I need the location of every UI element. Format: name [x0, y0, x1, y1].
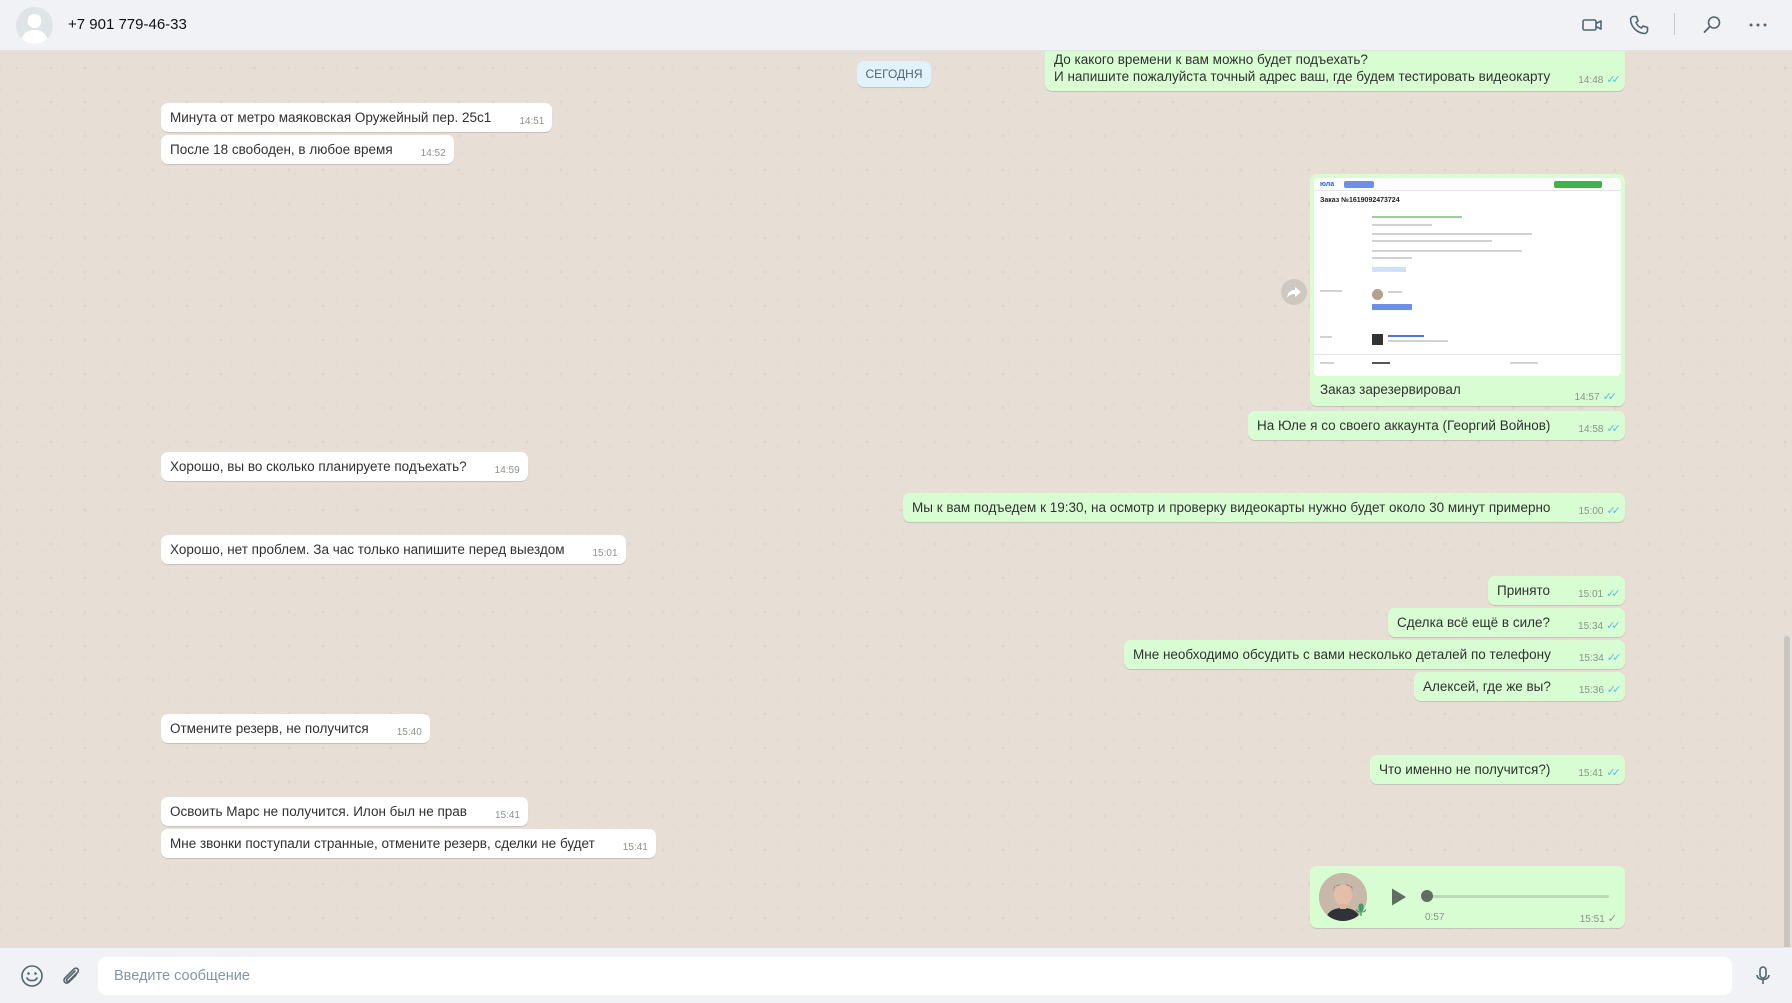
message-time: 14:48 ✓✓ — [1578, 74, 1621, 86]
message-line: И напишите пожалуйста точный адрес ваш, … — [1054, 69, 1551, 84]
voice-progress-handle[interactable] — [1421, 890, 1433, 902]
message-bubble[interactable]: После 18 свободен, в любое время 14:52 — [161, 135, 454, 164]
message-bubble[interactable]: Мне необходимо обсудить с вами несколько… — [1124, 640, 1626, 669]
read-ticks-icon: ✓✓ — [1606, 74, 1621, 86]
microphone-icon — [1353, 902, 1369, 918]
read-ticks-icon: ✓✓ — [1606, 652, 1622, 664]
message-text: После 18 свободен, в любое время — [170, 142, 393, 157]
message-time: 15:41 — [622, 842, 648, 853]
message-bubble[interactable]: Минута от метро маяковская Оружейный пер… — [161, 103, 553, 132]
message-text: Мне необходимо обсудить с вами несколько… — [1133, 647, 1551, 662]
preview-nav — [1344, 181, 1374, 188]
image-caption: Заказ зарезервировал — [1320, 382, 1461, 397]
message-time: 15:34 ✓✓ — [1578, 620, 1621, 632]
message-time: 15:40 — [396, 727, 422, 738]
message-bubble[interactable]: Принято 15:01 ✓✓ — [1488, 576, 1625, 605]
message-time: 15:01 ✓✓ — [1578, 588, 1621, 600]
read-ticks-icon: ✓✓ — [1606, 505, 1621, 517]
message-text: Принято — [1497, 583, 1551, 598]
message-text: До какого времени к вам можно будет подъ… — [1054, 51, 1621, 86]
message-time: 14:59 — [494, 465, 520, 476]
message-time: 14:58 ✓✓ — [1578, 423, 1621, 435]
message-text: Сделка всё ещё в силе? — [1397, 615, 1551, 630]
message-time: 15:51 ✓ — [1579, 913, 1617, 925]
message-time: 15:01 — [592, 548, 618, 559]
message-time: 15:34 ✓✓ — [1578, 652, 1622, 664]
message-bubble[interactable]: Мы к вам подъедем к 19:30, на осмотр и п… — [903, 493, 1625, 522]
message-bubble[interactable]: На Юле я со своего аккаунта (Георгий Вой… — [1248, 411, 1625, 440]
forward-icon — [1287, 287, 1301, 298]
message-bubble[interactable]: Алексей, где же вы? 15:36 ✓✓ — [1414, 672, 1626, 701]
message-bubble[interactable]: Что именно не получится?) 15:41 ✓✓ — [1370, 755, 1625, 784]
message-bubble[interactable]: Освоить Марс не получится. Илон был не п… — [161, 797, 528, 826]
message-text: Мы к вам подъедем к 19:30, на осмотр и п… — [912, 500, 1551, 515]
message-time: 14:52 — [420, 148, 446, 159]
read-ticks-icon: ✓✓ — [1606, 684, 1622, 696]
preview-logo: юла — [1320, 181, 1335, 188]
play-icon — [1392, 888, 1406, 906]
message-time: 14:51 — [519, 116, 545, 127]
video-call-icon[interactable] — [1580, 13, 1604, 37]
search-icon[interactable] — [1700, 13, 1724, 37]
order-screenshot-image[interactable]: юла Заказ №1619092473724 — [1314, 178, 1621, 376]
message-text: На Юле я со своего аккаунта (Георгий Вой… — [1257, 418, 1551, 433]
message-line-row: И напишите пожалуйста точный адрес ваш, … — [1054, 68, 1621, 86]
image-message[interactable]: юла Заказ №1619092473724 Заказ зарезерви… — [1310, 174, 1625, 406]
message-bubble[interactable]: Мне звонки поступали странные, отмените … — [161, 829, 656, 858]
message-text: Хорошо, вы во сколько планируете подъеха… — [170, 459, 467, 474]
read-ticks-icon: ✓✓ — [1606, 767, 1621, 779]
message-text: Освоить Марс не получится. Илон был не п… — [170, 804, 467, 819]
emoji-icon[interactable] — [19, 963, 45, 989]
phone-call-icon[interactable] — [1627, 13, 1651, 37]
preview-order-title: Заказ №1619092473724 — [1320, 197, 1400, 204]
message-bubble[interactable]: Хорошо, нет проблем. За час только напиш… — [161, 535, 626, 564]
message-text: Минута от метро маяковская Оружейный пер… — [170, 110, 492, 125]
message-bubble[interactable]: Сделка всё ещё в силе? 15:34 ✓✓ — [1388, 608, 1625, 637]
date-separator: СЕГОДНЯ — [857, 61, 931, 87]
compose-bar — [0, 947, 1792, 1003]
message-bubble[interactable]: Хорошо, вы во сколько планируете подъеха… — [161, 452, 528, 481]
message-text: Мне звонки поступали странные, отмените … — [170, 836, 595, 851]
contact-name[interactable]: +7 901 779-46-33 — [68, 16, 187, 33]
attach-icon[interactable] — [58, 963, 84, 989]
message-text: Алексей, где же вы? — [1423, 679, 1551, 694]
forward-button[interactable] — [1281, 279, 1307, 305]
read-ticks-icon: ✓✓ — [1606, 620, 1621, 632]
message-line: До какого времени к вам можно будет подъ… — [1054, 52, 1368, 67]
message-time: 15:41 — [494, 810, 520, 821]
default-avatar-icon — [16, 7, 53, 44]
scrollbar[interactable] — [1784, 636, 1790, 947]
message-bubble[interactable]: До какого времени к вам можно будет подъ… — [1045, 51, 1625, 91]
voice-message[interactable]: 0:57 15:51 ✓ — [1310, 866, 1625, 928]
read-ticks-icon: ✓✓ — [1602, 391, 1618, 403]
preview-button — [1554, 181, 1602, 188]
message-text: Отмените резерв, не получится — [170, 721, 369, 736]
message-time: 15:36 ✓✓ — [1578, 684, 1622, 696]
more-options-icon[interactable] — [1746, 13, 1770, 37]
microphone-icon[interactable] — [1750, 963, 1776, 989]
voice-progress-track[interactable] — [1423, 895, 1609, 898]
voice-duration: 0:57 — [1425, 912, 1445, 923]
read-ticks-icon: ✓✓ — [1606, 423, 1621, 435]
preview-divider — [1314, 190, 1621, 191]
message-time: 14:57 ✓✓ — [1574, 391, 1618, 403]
message-time: 15:00 ✓✓ — [1578, 505, 1621, 517]
contact-avatar[interactable] — [16, 7, 53, 44]
chat-header: +7 901 779-46-33 — [0, 0, 1792, 51]
message-time: 15:41 ✓✓ — [1578, 767, 1621, 779]
message-input[interactable] — [98, 957, 1732, 995]
message-text: Хорошо, нет проблем. За час только напиш… — [170, 542, 565, 557]
header-divider — [1674, 13, 1675, 35]
message-text: Что именно не получится?) — [1379, 762, 1551, 777]
play-button[interactable] — [1386, 885, 1410, 909]
read-ticks-icon: ✓✓ — [1606, 588, 1621, 600]
sent-tick-icon: ✓ — [1607, 913, 1617, 925]
message-bubble[interactable]: Отмените резерв, не получится 15:40 — [161, 714, 430, 743]
